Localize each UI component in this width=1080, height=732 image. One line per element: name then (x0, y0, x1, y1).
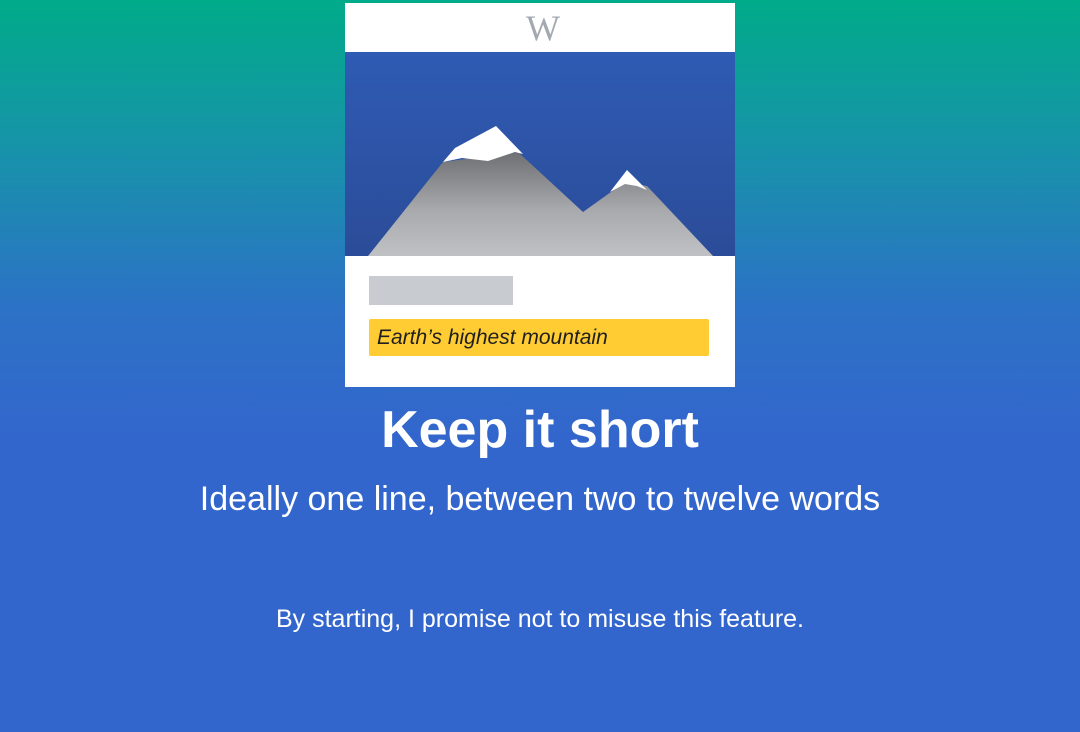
mountain-illustration-svg (345, 52, 735, 256)
onboarding-heading: Keep it short (381, 401, 699, 459)
description-example: Earth’s highest mountain (369, 319, 709, 356)
mountain-illustration (345, 52, 735, 256)
onboarding-subheading: Ideally one line, between two to twelve … (199, 480, 881, 518)
wikipedia-logo-icon: W (526, 7, 560, 48)
example-article-card: W Earth’s highest mountain (345, 3, 735, 387)
promise-text: By starting, I promise not to misuse thi… (275, 605, 804, 633)
title-placeholder (369, 276, 513, 305)
